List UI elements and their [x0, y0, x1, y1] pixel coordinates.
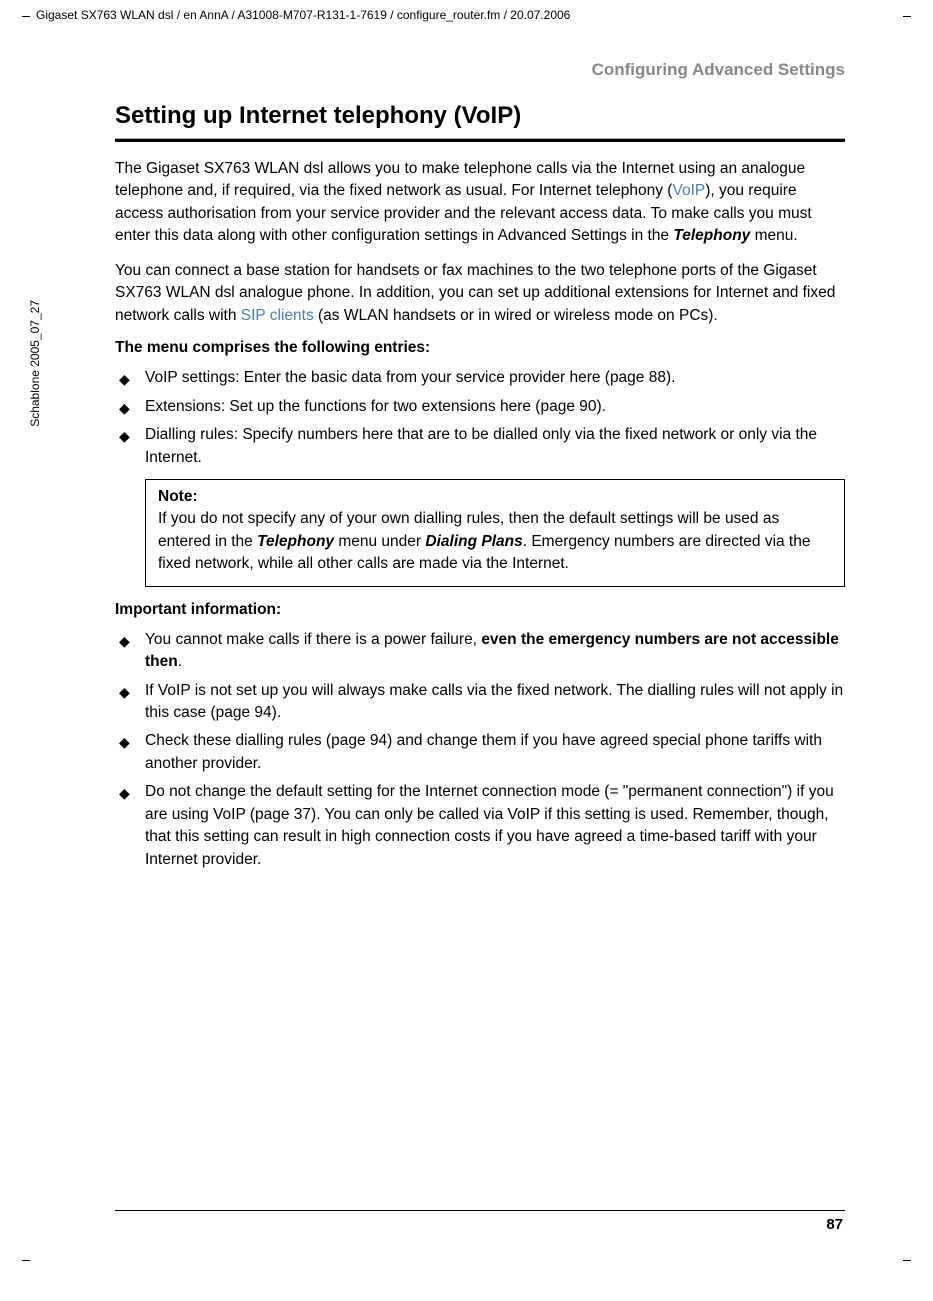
title-underline — [115, 138, 845, 142]
bullet-text: Dialling rules: Specify numbers here tha… — [145, 424, 845, 469]
bullet-text: If VoIP is not set up you will always ma… — [145, 680, 845, 725]
intro-paragraph-1: The Gigaset SX763 WLAN dsl allows you to… — [115, 158, 845, 248]
page-title: Setting up Internet telephony (VoIP) — [115, 102, 845, 130]
note-title: Note: — [158, 488, 832, 506]
text: . — [178, 653, 182, 670]
list-item: ◆ Dialling rules: Specify numbers here t… — [115, 424, 845, 469]
list-item: ◆ Do not change the default setting for … — [115, 781, 845, 871]
diamond-bullet-icon: ◆ — [115, 367, 145, 389]
diamond-bullet-icon: ◆ — [115, 781, 145, 803]
menu-subheading: The menu comprises the following entries… — [115, 339, 845, 357]
diamond-bullet-icon: ◆ — [115, 396, 145, 418]
page-number: 87 — [826, 1216, 843, 1233]
diamond-bullet-icon: ◆ — [115, 424, 145, 446]
bullet-text: You cannot make calls if there is a powe… — [145, 629, 845, 674]
diamond-bullet-icon: ◆ — [115, 730, 145, 752]
sip-clients-link[interactable]: SIP clients — [241, 307, 314, 324]
note-text: If you do not specify any of your own di… — [158, 508, 832, 575]
bullet-text: Extensions: Set up the functions for two… — [145, 396, 845, 418]
bullet-text: Do not change the default setting for th… — [145, 781, 845, 871]
list-item: ◆ Check these dialling rules (page 94) a… — [115, 730, 845, 775]
diamond-bullet-icon: ◆ — [115, 680, 145, 702]
list-item: ◆ You cannot make calls if there is a po… — [115, 629, 845, 674]
section-header: Configuring Advanced Settings — [115, 60, 845, 80]
telephony-emphasis: Telephony — [257, 533, 334, 550]
voip-link[interactable]: VoIP — [672, 182, 705, 199]
intro-paragraph-2: You can connect a base station for hands… — [115, 260, 845, 327]
important-info-subheading: Important information: — [115, 601, 845, 619]
list-item: ◆ If VoIP is not set up you will always … — [115, 680, 845, 725]
list-item: ◆ VoIP settings: Enter the basic data fr… — [115, 367, 845, 389]
dialing-plans-emphasis: Dialing Plans — [425, 533, 522, 550]
text: (as WLAN handsets or in wired or wireles… — [314, 307, 718, 324]
text: menu. — [750, 227, 797, 244]
telephony-emphasis: Telephony — [673, 227, 750, 244]
bullet-text: VoIP settings: Enter the basic data from… — [145, 367, 845, 389]
sidebar-template-label: Schablone 2005_07_27 — [28, 300, 42, 427]
list-item: ◆ Extensions: Set up the functions for t… — [115, 396, 845, 418]
note-box: Note: If you do not specify any of your … — [145, 479, 845, 586]
header-path: Gigaset SX763 WLAN dsl / en AnnA / A3100… — [36, 8, 570, 22]
text: menu under — [334, 533, 425, 550]
footer-rule — [115, 1210, 845, 1211]
diamond-bullet-icon: ◆ — [115, 629, 145, 651]
important-info-list: ◆ You cannot make calls if there is a po… — [115, 629, 845, 872]
bullet-text: Check these dialling rules (page 94) and… — [145, 730, 845, 775]
menu-entries-list: ◆ VoIP settings: Enter the basic data fr… — [115, 367, 845, 469]
text: You cannot make calls if there is a powe… — [145, 631, 481, 648]
